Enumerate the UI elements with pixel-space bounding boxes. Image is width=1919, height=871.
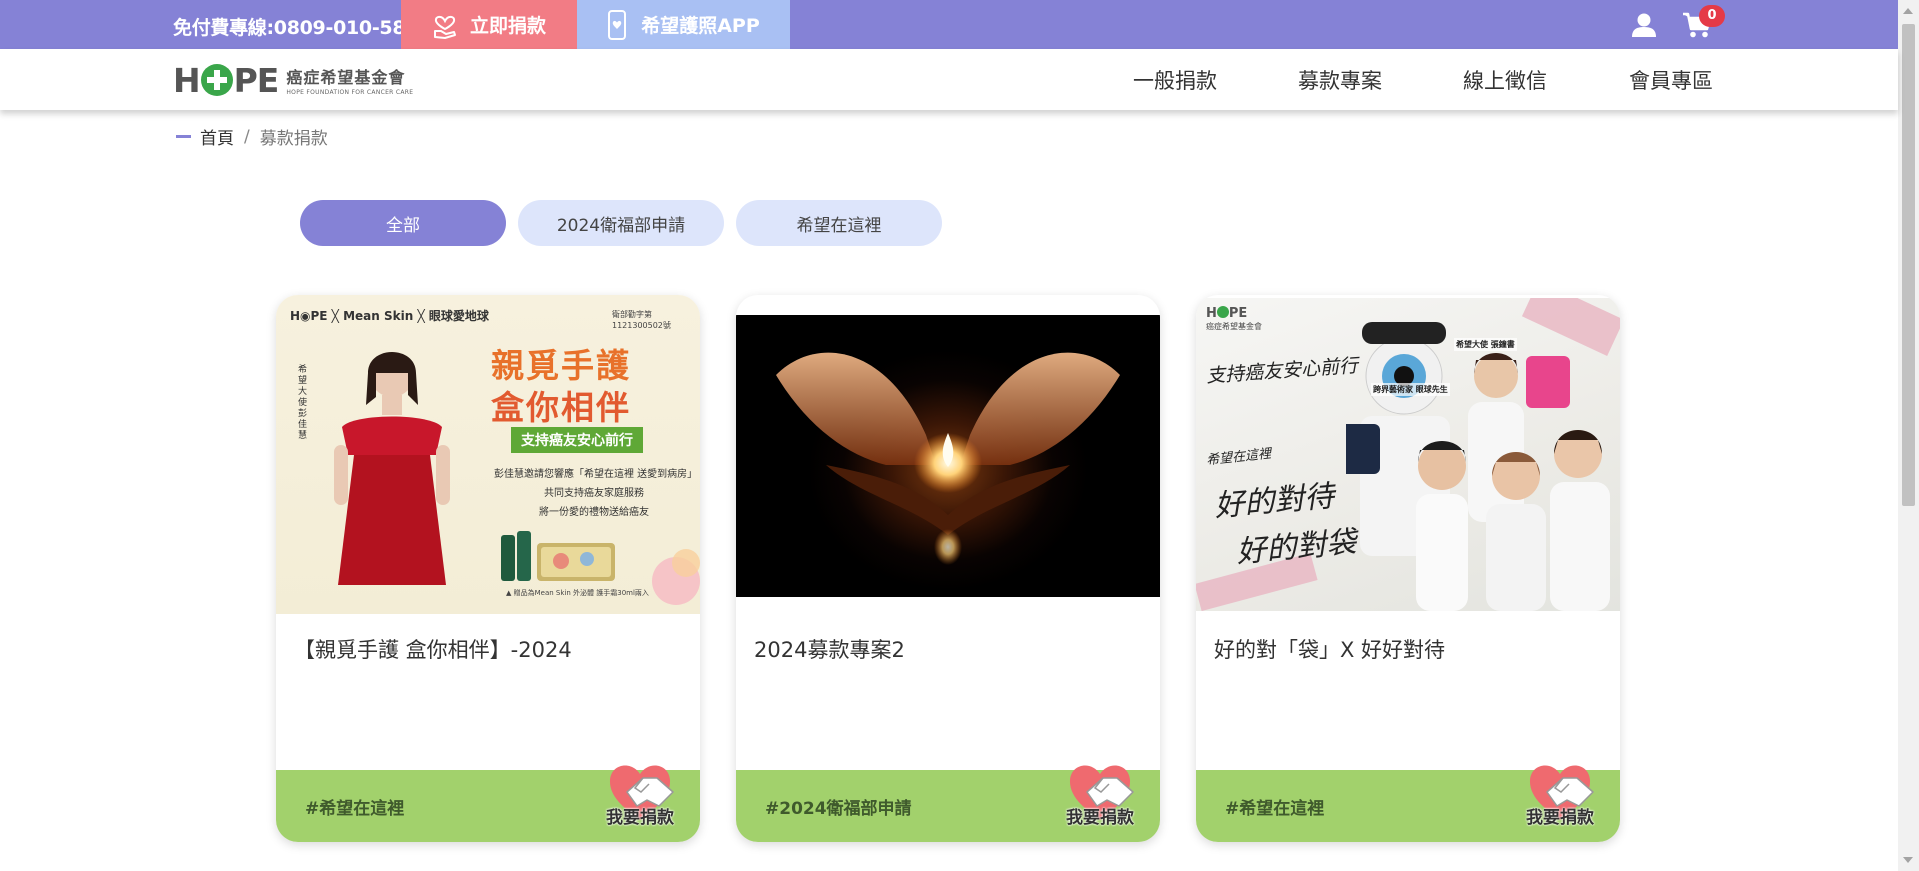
poster-logo-cn: 癌症希望基金會 (1206, 322, 1262, 331)
hotline-text: 免付費專線:0809-010-580 (173, 17, 419, 39)
main-navbar: H PE 癌症希望基金會 HOPE FOUNDATION FOR CANCER … (0, 49, 1898, 110)
top-bar: 免付費專線:0809-010-580 立即捐款 希望護照APP 0 (0, 0, 1898, 49)
poster-line-2: 希望在這裡 (1205, 446, 1272, 469)
poster-description-line-2: 共同支持癌友家庭服務 (544, 488, 644, 499)
hope-logo[interactable]: H PE 癌症希望基金會 HOPE FOUNDATION FOR CANCER … (173, 60, 421, 100)
logo-letter-h: H (173, 60, 201, 100)
poster-line-1: 支持癌友安心前行 (1205, 354, 1359, 388)
project-card[interactable]: 2024募款專案2 #2024衛福部申請 我要捐款 (736, 295, 1160, 842)
donate-label[interactable]: 我要捐款 (606, 803, 674, 828)
project-card[interactable]: H PE 癌症希望基金會 支持癌友安心前行 希望在這裡 好的對待 好的對袋 跨界… (1196, 295, 1620, 842)
poster-description: 彭佳慧邀請您響應「希望在這裡 送愛到病房」 共同支持癌友家庭服務 將一份愛的禮物… (494, 465, 698, 522)
ambassador-photo (334, 352, 450, 585)
donate-label[interactable]: 我要捐款 (1066, 803, 1134, 828)
nav-online-credit[interactable]: 線上徵信 (1463, 65, 1547, 95)
poster-description-line-3: 將一份愛的禮物送給癌友 (539, 507, 649, 518)
poster-line-4: 好的對袋 (1235, 524, 1358, 571)
scroll-up-arrow-icon[interactable] (1903, 8, 1913, 14)
poster-headline-line-2: 盒你相伴 (491, 388, 631, 427)
tab-hope-here[interactable]: 希望在這裡 (736, 200, 942, 246)
donate-label[interactable]: 我要捐款 (1526, 803, 1594, 828)
logo-letters-pe: PE (233, 60, 280, 100)
donate-now-button[interactable]: 立即捐款 (401, 0, 577, 49)
logo-chinese-name: 癌症希望基金會 (286, 68, 406, 87)
poster-logo-line: H◉PE ╳ Mean Skin ╳ 眼球愛地球 (290, 309, 489, 323)
poster-eye-label: 跨界藝術家 眼球先生 (1371, 383, 1450, 396)
people-group-photo (1346, 322, 1610, 611)
hope-app-button[interactable]: 希望護照APP (577, 0, 790, 49)
project-footer: #希望在這裡 我要捐款 (276, 765, 700, 842)
poster-ambassador-name: 希望大使 彭佳慧 (298, 365, 308, 441)
phone-heart-icon (607, 9, 627, 41)
poster-description-line-1: 彭佳慧邀請您響應「希望在這裡 送愛到病房」 (494, 469, 698, 480)
project-footer: #希望在這裡 我要捐款 (1196, 765, 1620, 842)
project-title[interactable]: 【親覓手護 盒你相伴】-2024 (294, 634, 572, 664)
page-scrollbar[interactable] (1898, 0, 1919, 871)
flower-decoration (652, 549, 700, 605)
project-image: H PE 癌症希望基金會 支持癌友安心前行 希望在這裡 好的對待 好的對袋 跨界… (1196, 298, 1620, 611)
user-icon[interactable] (1630, 11, 1658, 39)
poster-subtitle: 支持癌友安心前行 (511, 427, 643, 453)
breadcrumb-separator: / (244, 126, 250, 147)
project-title[interactable]: 2024募款專案2 (754, 634, 905, 664)
hope-app-label: 希望護照APP (641, 15, 760, 37)
breadcrumb-home[interactable]: 首頁 (200, 124, 234, 149)
cart-count-badge: 0 (1699, 5, 1725, 27)
nav-fundraising-projects[interactable]: 募款專案 (1298, 65, 1382, 95)
poster-logo-letter-h: H (1206, 306, 1217, 321)
poster-permit-number: 衛部勸字第1121300502號 (612, 310, 671, 330)
heart-hand-icon (432, 10, 458, 40)
gift-box-image (501, 531, 615, 581)
poster-headline-line-1: 親覓手護 (491, 346, 631, 385)
scrollbar-thumb[interactable] (1902, 24, 1915, 506)
project-title[interactable]: 好的對「袋」X 好好對待 (1214, 634, 1445, 664)
scroll-down-arrow-icon[interactable] (1903, 857, 1913, 863)
tab-all[interactable]: 全部 (300, 200, 506, 246)
project-tag[interactable]: #希望在這裡 (1225, 794, 1324, 819)
nav-general-donation[interactable]: 一般捐款 (1133, 65, 1217, 95)
poster-footnote: ▲ 贈品為Mean Skin 外泌體 護手霜30ml兩入 (506, 589, 649, 597)
project-card[interactable]: H◉PE ╳ Mean Skin ╳ 眼球愛地球 衛部勸字第1121300502… (276, 295, 700, 842)
project-tag[interactable]: #2024衛福部申請 (765, 794, 912, 819)
project-image (736, 315, 1160, 597)
poster-logo: H PE 癌症希望基金會 (1206, 306, 1262, 332)
donate-now-label: 立即捐款 (469, 15, 546, 37)
project-tag[interactable]: #希望在這裡 (305, 794, 404, 819)
project-footer: #2024衛福部申請 我要捐款 (736, 765, 1160, 842)
logo-wordmark: H PE (173, 60, 280, 100)
poster-ambassador-label: 希望大使 張鐘書 (1454, 338, 1517, 351)
logo-cross-icon (200, 64, 233, 96)
breadcrumb-current: 募款捐款 (259, 129, 328, 149)
poster-headline: 親覓手護 盒你相伴 (491, 345, 631, 429)
poster-line-3: 好的對待 (1213, 478, 1336, 525)
breadcrumb-dash (176, 135, 191, 138)
breadcrumb: 首頁 / 募款捐款 (176, 124, 328, 149)
project-image: H◉PE ╳ Mean Skin ╳ 眼球愛地球 衛部勸字第1121300502… (276, 295, 700, 614)
logo-english-name: HOPE FOUNDATION FOR CANCER CARE (286, 89, 414, 96)
nav-member-area[interactable]: 會員專區 (1629, 65, 1713, 95)
candle-hands-image (776, 352, 1120, 565)
tab-2024-mohw[interactable]: 2024衛福部申請 (518, 200, 724, 246)
poster-logo-letters-pe: PE (1228, 306, 1248, 321)
